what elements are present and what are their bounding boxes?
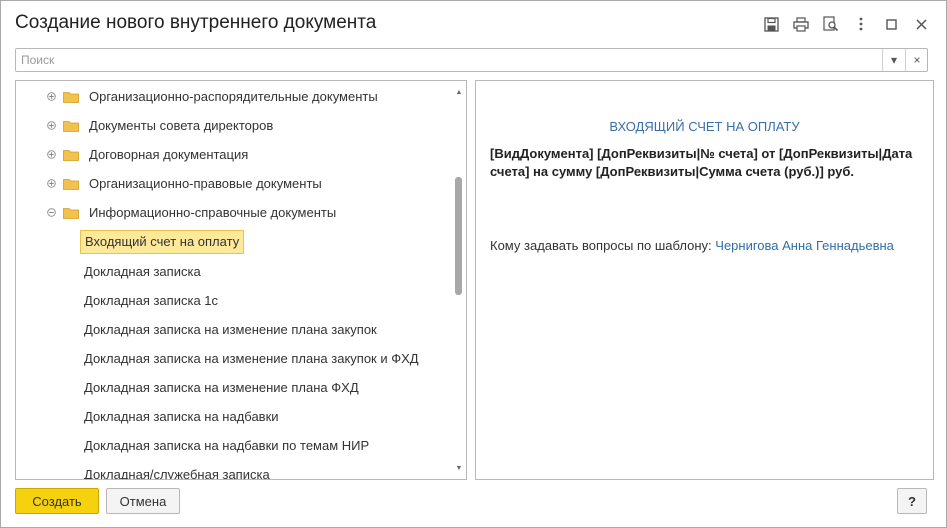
tree-item-label: Докладная записка на надбавки xyxy=(84,409,279,424)
expand-icon[interactable] xyxy=(47,179,56,188)
help-button[interactable]: ? xyxy=(897,488,927,514)
tree-item-label: Входящий счет на оплату xyxy=(80,230,245,254)
tree-item[interactable]: Докладная/служебная записка xyxy=(16,463,456,480)
folder-icon xyxy=(63,207,79,219)
tree-item-label: Докладная записка на надбавки по темам Н… xyxy=(84,438,370,453)
save-icon[interactable] xyxy=(756,15,786,33)
scroll-down-icon[interactable]: ▼ xyxy=(454,463,464,473)
collapse-icon[interactable] xyxy=(47,208,56,217)
print-icon[interactable] xyxy=(786,15,816,33)
template-tree: Организационно-распорядительные документ… xyxy=(15,80,467,480)
tree-group-label: Информационно-справочные документы xyxy=(89,205,337,220)
tree-item[interactable]: Докладная записка на надбавки по темам Н… xyxy=(16,434,456,458)
create-button[interactable]: Создать xyxy=(15,488,99,514)
tree-item[interactable]: Докладная записка xyxy=(16,260,456,284)
scrollbar-thumb[interactable] xyxy=(455,177,462,295)
folder-icon xyxy=(63,120,79,132)
title-bar-actions xyxy=(756,15,936,33)
dialog-window: Создание нового внутреннего документа По… xyxy=(0,0,947,528)
tree-group-label: Организационно-распорядительные документ… xyxy=(89,89,378,104)
folder-icon xyxy=(63,91,79,103)
tree-item[interactable]: Докладная записка на изменение плана зак… xyxy=(16,347,456,371)
tree-item-label: Докладная записка xyxy=(84,264,201,279)
expand-icon[interactable] xyxy=(47,150,56,159)
more-icon[interactable] xyxy=(846,15,876,33)
questions-contact-link[interactable]: Чернигова Анна Геннадьевна xyxy=(715,238,894,253)
tree-item-label: Докладная/служебная записка xyxy=(84,467,270,480)
tree-item[interactable]: Докладная записка на изменение плана ФХД xyxy=(16,376,456,400)
tree-scrollbar[interactable]: ▲ ▼ xyxy=(454,87,464,473)
clear-icon: × xyxy=(913,53,921,67)
tree-group-label: Организационно-правовые документы xyxy=(89,176,322,191)
tree-group-label: Договорная документация xyxy=(89,147,249,162)
expand-icon[interactable] xyxy=(47,92,56,101)
title-bar: Создание нового внутреннего документа xyxy=(1,1,946,45)
print-preview-icon[interactable] xyxy=(816,15,846,33)
tree-item[interactable]: Докладная записка на изменение плана зак… xyxy=(16,318,456,342)
tree-item[interactable]: Докладная записка 1с xyxy=(16,289,456,313)
tree-group-label: Документы совета директоров xyxy=(89,118,274,133)
folder-icon xyxy=(63,178,79,190)
cancel-button[interactable]: Отмена xyxy=(106,488,180,514)
search-clear-button[interactable]: × xyxy=(905,49,928,71)
window-title: Создание нового внутреннего документа xyxy=(15,12,377,33)
search-dropdown-button[interactable]: ▾ xyxy=(882,49,905,71)
tree-item[interactable]: Докладная записка на надбавки xyxy=(16,405,456,429)
chevron-down-icon: ▾ xyxy=(890,53,898,67)
tree-item-label: Докладная записка на изменение плана ФХД xyxy=(84,380,359,395)
maximize-icon[interactable] xyxy=(876,15,906,33)
folder-icon xyxy=(63,149,79,161)
preview-heading: ВХОДЯЩИЙ СЧЕТ НА ОПЛАТУ xyxy=(609,119,800,134)
search-box: ▾ × xyxy=(15,48,928,72)
close-icon[interactable] xyxy=(906,15,936,33)
scroll-up-icon[interactable]: ▲ xyxy=(454,87,464,97)
template-preview: ВХОДЯЩИЙ СЧЕТ НА ОПЛАТУ [ВидДокумента] [… xyxy=(475,80,934,480)
tree-item-label: Докладная записка на изменение плана зак… xyxy=(84,322,377,337)
preview-body: [ВидДокумента] [ДопРеквизиты|№ счета] от… xyxy=(490,146,913,179)
questions-label: Кому задавать вопросы по шаблону: xyxy=(490,238,712,253)
tree-item-label: Докладная записка на изменение плана зак… xyxy=(84,351,419,366)
tree-item[interactable]: Входящий счет на оплату xyxy=(16,230,456,254)
preview-questions: Кому задавать вопросы по шаблону: Черниг… xyxy=(490,238,894,253)
tree-item-label: Докладная записка 1с xyxy=(84,293,219,308)
search-input[interactable] xyxy=(16,49,880,71)
expand-icon[interactable] xyxy=(47,121,56,130)
